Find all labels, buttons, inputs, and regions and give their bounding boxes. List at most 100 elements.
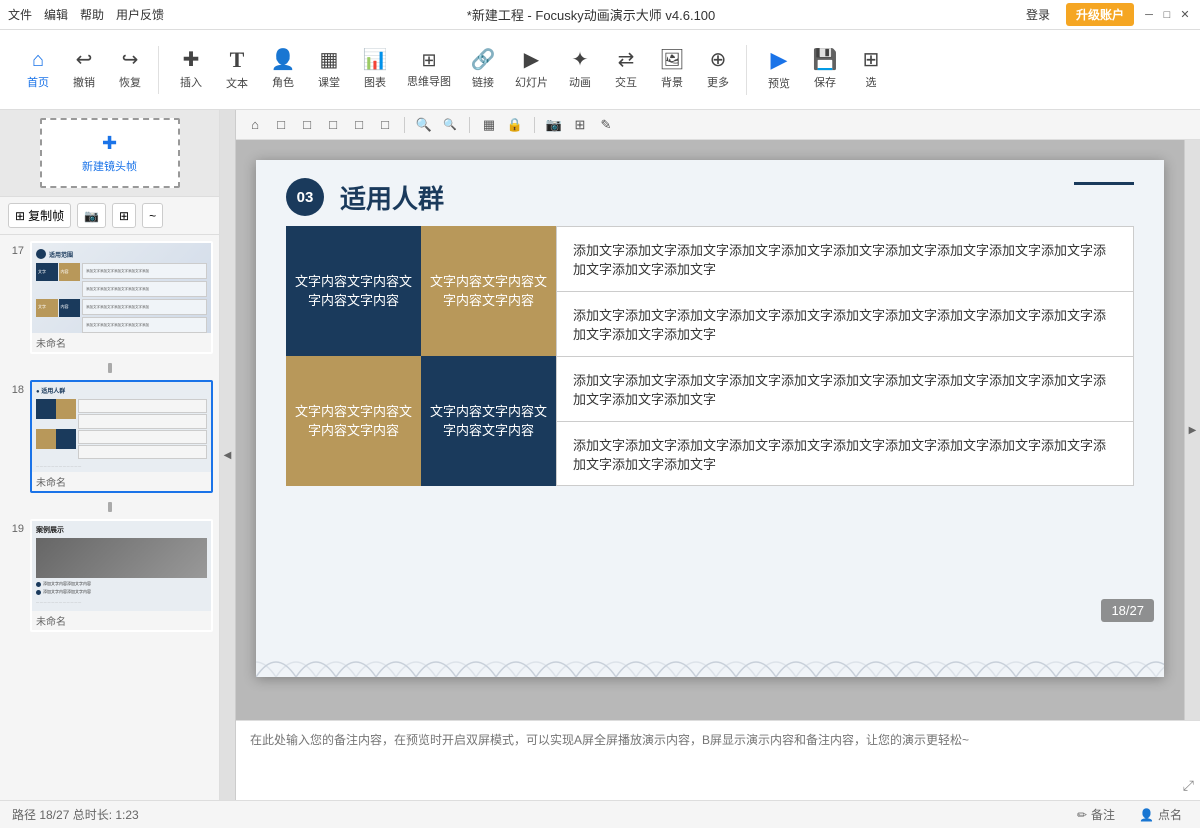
- menu-edit[interactable]: 编辑: [44, 6, 68, 23]
- maximize-button[interactable]: □: [1160, 8, 1174, 22]
- slide-divider-18-19: [4, 497, 215, 517]
- redo-label: 恢复: [119, 74, 141, 90]
- sidebar-tools: ⊞ 复制帧 📷 ⊞ ~: [0, 197, 219, 235]
- camera-icon: 📷: [84, 209, 99, 223]
- canvas-scroll[interactable]: 03 适用人群 文字内容文字内容文字内容文字内容 文字内容文字内容文字内容文字内…: [236, 140, 1184, 720]
- more-slide-button[interactable]: ~: [142, 203, 163, 228]
- annotation-button[interactable]: ✏ 备注: [1071, 804, 1121, 825]
- chart-icon: 📊: [363, 50, 388, 70]
- minimize-button[interactable]: ─: [1142, 8, 1156, 22]
- sidebar-collapse-button[interactable]: ◀: [220, 110, 236, 800]
- grid-cell-2[interactable]: 文字内容文字内容文字内容文字内容: [421, 226, 556, 356]
- copy-icon: ⊞: [15, 209, 25, 223]
- right-item-4[interactable]: 添加文字添加文字添加文字添加文字添加文字添加文字添加文字添加文字添加文字添加文字…: [556, 421, 1134, 486]
- canvas-rect2-button[interactable]: □: [322, 114, 344, 136]
- canvas-grid-button[interactable]: ▦: [478, 114, 500, 136]
- close-button[interactable]: ✕: [1178, 8, 1192, 22]
- list-item: 19 案例展示 添加文字内容添加文字内容 添加文字内容添加文字内容 — — — …: [4, 517, 215, 634]
- login-button[interactable]: 登录: [1018, 4, 1058, 25]
- toolbar-mindmap[interactable]: ⊞ 思维导图: [399, 47, 459, 93]
- toolbar-group-actions: ▶ 预览 💾 保存 ⊞ 选: [751, 45, 899, 95]
- toolbar-more[interactable]: ⊕ 更多: [696, 46, 740, 94]
- roll-call-icon: 👤: [1139, 808, 1154, 822]
- canvas-area: ⌂ □ □ □ □ □ 🔍 🔍 ▦ 🔒 📷 ⊞ ✎ 03: [236, 110, 1200, 800]
- list-item: 17 适用范围 文字 内容 文字: [4, 239, 215, 356]
- toolbar-interact[interactable]: ⇄ 交互: [604, 46, 648, 94]
- toolbar-link[interactable]: 🔗 链接: [461, 46, 505, 94]
- canvas-export-button[interactable]: ⊞: [569, 114, 591, 136]
- class-label: 课堂: [318, 74, 340, 90]
- toolbar-text[interactable]: T 文本: [215, 45, 259, 95]
- slide-thumbnail-19[interactable]: 案例展示 添加文字内容添加文字内容 添加文字内容添加文字内容 — — — — —…: [30, 519, 213, 632]
- canvas-rect3-button[interactable]: □: [348, 114, 370, 136]
- canvas-home-button[interactable]: ⌂: [244, 114, 266, 136]
- grid-cell-1[interactable]: 文字内容文字内容文字内容文字内容: [286, 226, 421, 356]
- notes-bar: ⤢: [236, 720, 1200, 800]
- menu-feedback[interactable]: 用户反馈: [116, 6, 164, 23]
- toolbar-role[interactable]: 👤 角色: [261, 46, 305, 94]
- insert-label: 插入: [180, 74, 202, 90]
- right-item-1[interactable]: 添加文字添加文字添加文字添加文字添加文字添加文字添加文字添加文字添加文字添加文字…: [556, 226, 1134, 291]
- canvas-edit-button[interactable]: ✎: [595, 114, 617, 136]
- slide-thumbnail-17[interactable]: 适用范围 文字 内容 文字 内容 添加文字添加文字添加文字: [30, 241, 213, 354]
- camera-button[interactable]: 📷: [77, 203, 106, 228]
- toolbar-undo[interactable]: ↩ 撤销: [62, 46, 106, 94]
- menu-help[interactable]: 帮助: [80, 6, 104, 23]
- upgrade-button[interactable]: 升级账户: [1066, 3, 1134, 26]
- slide-thumb-content-17: 适用范围 文字 内容 文字 内容 添加文字添加文字添加文字: [32, 243, 211, 333]
- window-controls: ─ □ ✕: [1142, 8, 1192, 22]
- redo-icon: ↪: [122, 50, 139, 70]
- toolbar-animation[interactable]: ✦ 动画: [558, 46, 602, 94]
- annotation-label: 备注: [1091, 806, 1115, 823]
- canvas-camera-button[interactable]: 📷: [543, 114, 565, 136]
- roll-call-button[interactable]: 👤 点名: [1133, 804, 1188, 825]
- slide-label-19: 未命名: [32, 611, 211, 630]
- toolbar-save[interactable]: 💾 保存: [803, 46, 847, 94]
- canvas-fit-button[interactable]: □: [270, 114, 292, 136]
- grid-cell-3[interactable]: 文字内容文字内容文字内容文字内容: [286, 356, 421, 486]
- grid-cell-4[interactable]: 文字内容文字内容文字内容文字内容: [421, 356, 556, 486]
- notes-expand-button[interactable]: ⤢: [1183, 777, 1194, 794]
- toolbar-preview[interactable]: ▶ 预览: [757, 45, 801, 95]
- slide-title[interactable]: 适用人群: [340, 179, 444, 216]
- right-panel-toggle[interactable]: ▶: [1184, 140, 1200, 720]
- link-icon: 🔗: [471, 50, 496, 70]
- zoom-in-button[interactable]: 🔍: [413, 114, 435, 136]
- toolbar-background[interactable]: 🖼 背景: [650, 46, 694, 94]
- toolbar-slideshow[interactable]: ▶ 幻灯片: [507, 46, 556, 94]
- menu-file[interactable]: 文件: [8, 6, 32, 23]
- undo-icon: ↩: [76, 50, 93, 70]
- toolbar-chart[interactable]: 📊 图表: [353, 46, 397, 94]
- chevron-right-icon: ▶: [1189, 425, 1197, 436]
- select-icon: ⊞: [863, 50, 880, 70]
- new-shot-button[interactable]: ✚ 新建镜头帧: [40, 118, 180, 188]
- toolbar-class[interactable]: ▦ 课堂: [307, 46, 351, 94]
- canvas-toolbar-sep1: [404, 117, 405, 133]
- slide-canvas: 03 适用人群 文字内容文字内容文字内容文字内容 文字内容文字内容文字内容文字内…: [256, 160, 1164, 677]
- canvas-rect4-button[interactable]: □: [374, 114, 396, 136]
- right-item-3[interactable]: 添加文字添加文字添加文字添加文字添加文字添加文字添加文字添加文字添加文字添加文字…: [556, 356, 1134, 421]
- slide-thumb-content-19: 案例展示 添加文字内容添加文字内容 添加文字内容添加文字内容 — — — — —…: [32, 521, 211, 611]
- slide-list: 17 适用范围 文字 内容 文字: [0, 235, 219, 800]
- copy-frame-button[interactable]: ⊞ 复制帧: [8, 203, 71, 228]
- right-item-2[interactable]: 添加文字添加文字添加文字添加文字添加文字添加文字添加文字添加文字添加文字添加文字…: [556, 291, 1134, 356]
- grid-button[interactable]: ⊞: [112, 203, 136, 228]
- toolbar-insert[interactable]: ✚ 插入: [169, 46, 213, 94]
- mindmap-label: 思维导图: [407, 73, 451, 89]
- more-icon: ⊕: [710, 50, 727, 70]
- zoom-out-button[interactable]: 🔍: [439, 114, 461, 136]
- chevron-left-icon: ◀: [224, 450, 232, 461]
- mindmap-icon: ⊞: [421, 51, 436, 69]
- slide-thumbnail-18[interactable]: ● 适用人群: [30, 380, 213, 493]
- notes-input[interactable]: [236, 721, 1200, 800]
- toolbar-redo[interactable]: ↪ 恢复: [108, 46, 152, 94]
- wave-decoration: [256, 627, 1164, 677]
- canvas-lock-button[interactable]: 🔒: [504, 114, 526, 136]
- home-icon: ⌂: [32, 50, 44, 70]
- toolbar-home[interactable]: ⌂ 首页: [16, 46, 60, 94]
- canvas-rect1-button[interactable]: □: [296, 114, 318, 136]
- slide-number: 17: [6, 241, 24, 257]
- role-label: 角色: [272, 74, 294, 90]
- toolbar-select[interactable]: ⊞ 选: [849, 46, 893, 94]
- titlebar-menu: 文件 编辑 帮助 用户反馈: [8, 6, 164, 23]
